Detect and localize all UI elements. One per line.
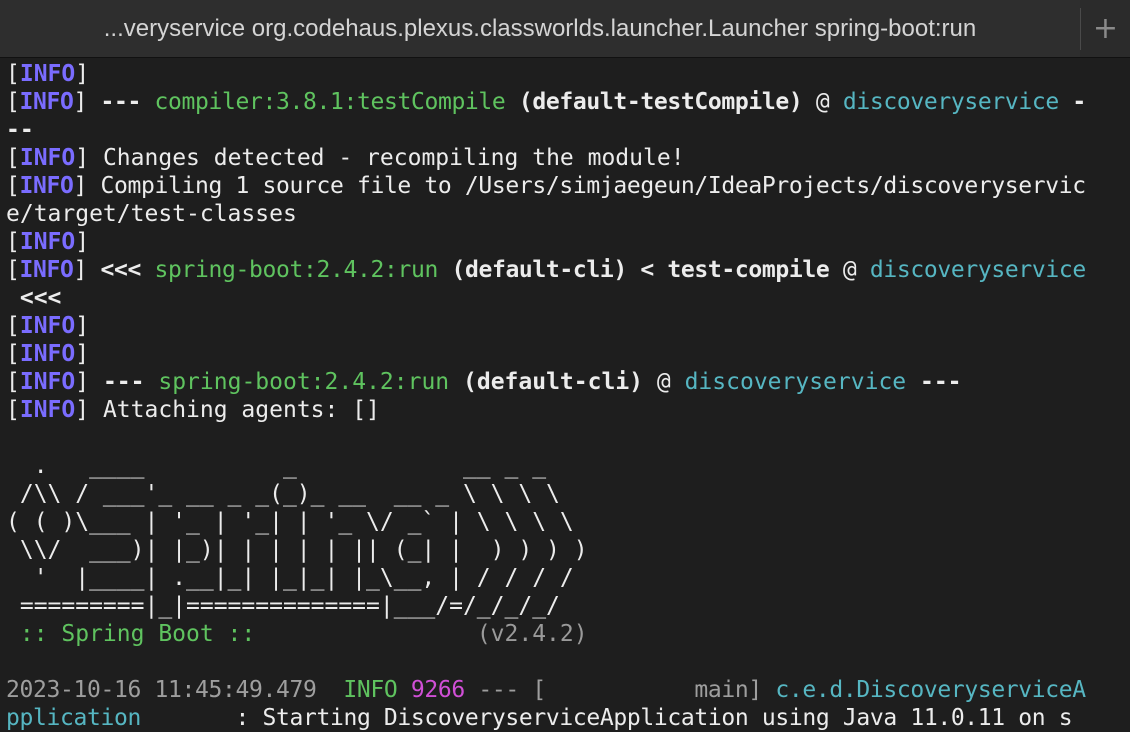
bracket: ] bbox=[73, 89, 88, 115]
execution-id: (default-cli) bbox=[449, 369, 644, 395]
at-symbol: @ bbox=[802, 89, 843, 115]
tab-bar: ...veryservice org.codehaus.plexus.class… bbox=[0, 0, 1130, 58]
log-line: [INFO] bbox=[6, 228, 1130, 256]
spring-banner-line: ' |____| .__|_| |_|_| |_\__, | / / / / bbox=[6, 565, 574, 591]
log-line: -- bbox=[6, 116, 1130, 144]
bracket: [ bbox=[6, 229, 20, 255]
spring-banner-line: /\\ / ___'_ __ _ _(_)_ __ __ _ \ \ \ \ bbox=[6, 481, 560, 507]
spring-boot-version: (v2.4.2) bbox=[269, 621, 588, 647]
app-log-line: 2023-10-16 11:45:49.479 INFO 9266 --- [ … bbox=[6, 676, 1130, 704]
project-name: discoveryservice bbox=[842, 89, 1059, 115]
bracket: ] bbox=[73, 173, 88, 199]
plugin-name: spring-boot:2.4.2:run bbox=[158, 369, 450, 395]
separator-text: --- bbox=[87, 89, 155, 115]
bracket: ] bbox=[73, 257, 88, 283]
bracket: [ bbox=[6, 145, 20, 171]
log-line: e/target/test-classes bbox=[6, 200, 1130, 228]
new-tab-button[interactable]: + bbox=[1081, 0, 1130, 57]
bracket: [ bbox=[6, 61, 20, 87]
at-symbol: @ bbox=[643, 369, 685, 395]
plugin-name: compiler:3.8.1:testCompile bbox=[154, 89, 506, 115]
bracket: [ bbox=[6, 89, 20, 115]
spring-banner-line: \\/ ___)| |_)| | | | | || (_| | ) ) ) ) bbox=[6, 537, 588, 563]
terminal-window: ...veryservice org.codehaus.plexus.class… bbox=[0, 0, 1130, 732]
log-line: <<< bbox=[6, 284, 1130, 312]
info-tag: INFO bbox=[19, 61, 76, 87]
bracket: ] bbox=[75, 145, 90, 171]
tab-active[interactable]: ...veryservice org.codehaus.plexus.class… bbox=[0, 0, 1080, 57]
terminal-output[interactable]: [INFO] [INFO] --- compiler:3.8.1:testCom… bbox=[0, 60, 1130, 732]
separator-text: --- bbox=[906, 369, 962, 395]
log-line: [INFO] <<< spring-boot:2.4.2:run (defaul… bbox=[6, 256, 1130, 284]
bracket: [ bbox=[6, 341, 20, 367]
spring-banner-line: =========|_|==============|___/=/_/_/_/ bbox=[6, 593, 560, 619]
bracket: ] bbox=[75, 397, 90, 423]
spring-boot-version-line: :: Spring Boot :: (v2.4.2) bbox=[6, 620, 1130, 648]
project-name: discoveryservice bbox=[684, 369, 907, 395]
log-message: Attaching agents: [] bbox=[89, 397, 380, 423]
spring-banner-line: . ____ _ __ _ _ bbox=[6, 453, 547, 479]
log-message: Changes detected - recompiling the modul… bbox=[89, 145, 685, 171]
execution-id: (default-cli) < test-compile bbox=[437, 257, 830, 283]
log-line: [INFO] Compiling 1 source file to /Users… bbox=[6, 172, 1130, 200]
log-line: [INFO] --- spring-boot:2.4.2:run (defaul… bbox=[6, 368, 1130, 396]
log-logger: c.e.d.DiscoveryserviceA bbox=[775, 677, 1086, 703]
info-tag: INFO bbox=[19, 173, 74, 199]
separator-text: -- bbox=[6, 117, 34, 143]
info-tag: INFO bbox=[19, 341, 76, 367]
bracket: ] bbox=[75, 369, 90, 395]
separator-text: - bbox=[1058, 89, 1086, 115]
bracket: ] bbox=[75, 229, 90, 255]
log-pid: 9266 bbox=[410, 677, 465, 703]
bracket: ] bbox=[75, 341, 90, 367]
bracket: [ bbox=[6, 257, 20, 283]
separator-text: --- bbox=[89, 369, 159, 395]
bracket: [ bbox=[6, 369, 20, 395]
project-name: discoveryservice bbox=[869, 257, 1086, 283]
info-tag: INFO bbox=[19, 369, 76, 395]
log-message: e/target/test-classes bbox=[6, 201, 297, 227]
bracket: [ bbox=[6, 173, 20, 199]
bracket: ] bbox=[75, 313, 90, 339]
bracket: ] bbox=[75, 61, 90, 87]
log-line: [INFO] bbox=[6, 340, 1130, 368]
at-symbol: @ bbox=[829, 257, 870, 283]
log-line: [INFO] Attaching agents: [] bbox=[6, 396, 1130, 424]
spring-banner-line: ( ( )\___ | '_ | '_| | '_ \/ _` | \ \ \ … bbox=[6, 509, 574, 535]
log-line: [INFO] Changes detected - recompiling th… bbox=[6, 144, 1130, 172]
log-message: : Starting DiscoveryserviceApplication u… bbox=[140, 705, 1073, 731]
tab-title: ...veryservice org.codehaus.plexus.class… bbox=[103, 14, 977, 42]
log-logger: pplication bbox=[6, 705, 141, 731]
log-line: [INFO] bbox=[6, 312, 1130, 340]
info-tag: INFO bbox=[19, 397, 76, 423]
app-log-line: pplication : Starting DiscoveryserviceAp… bbox=[6, 704, 1130, 732]
log-line: [INFO] --- compiler:3.8.1:testCompile (d… bbox=[6, 88, 1130, 116]
spring-boot-label: :: Spring Boot :: bbox=[6, 621, 270, 647]
separator-text: <<< bbox=[6, 285, 62, 311]
bracket: [ bbox=[6, 397, 20, 423]
info-tag: INFO bbox=[19, 257, 74, 283]
info-tag: INFO bbox=[19, 145, 76, 171]
plugin-name: spring-boot:2.4.2:run bbox=[154, 257, 439, 283]
bracket: [ bbox=[6, 313, 20, 339]
log-timestamp: 2023-10-16 11:45:49.479 bbox=[6, 677, 317, 703]
info-tag: INFO bbox=[19, 313, 76, 339]
log-level: INFO bbox=[316, 677, 411, 703]
info-tag: INFO bbox=[19, 229, 76, 255]
separator-text: <<< bbox=[87, 257, 155, 283]
log-thread: --- [ main] bbox=[464, 677, 776, 703]
plus-icon: + bbox=[1092, 11, 1119, 46]
info-tag: INFO bbox=[19, 89, 74, 115]
execution-id: (default-testCompile) bbox=[505, 89, 803, 115]
log-message: Compiling 1 source file to /Users/simjae… bbox=[87, 173, 1086, 199]
log-line: [INFO] bbox=[6, 60, 1130, 88]
